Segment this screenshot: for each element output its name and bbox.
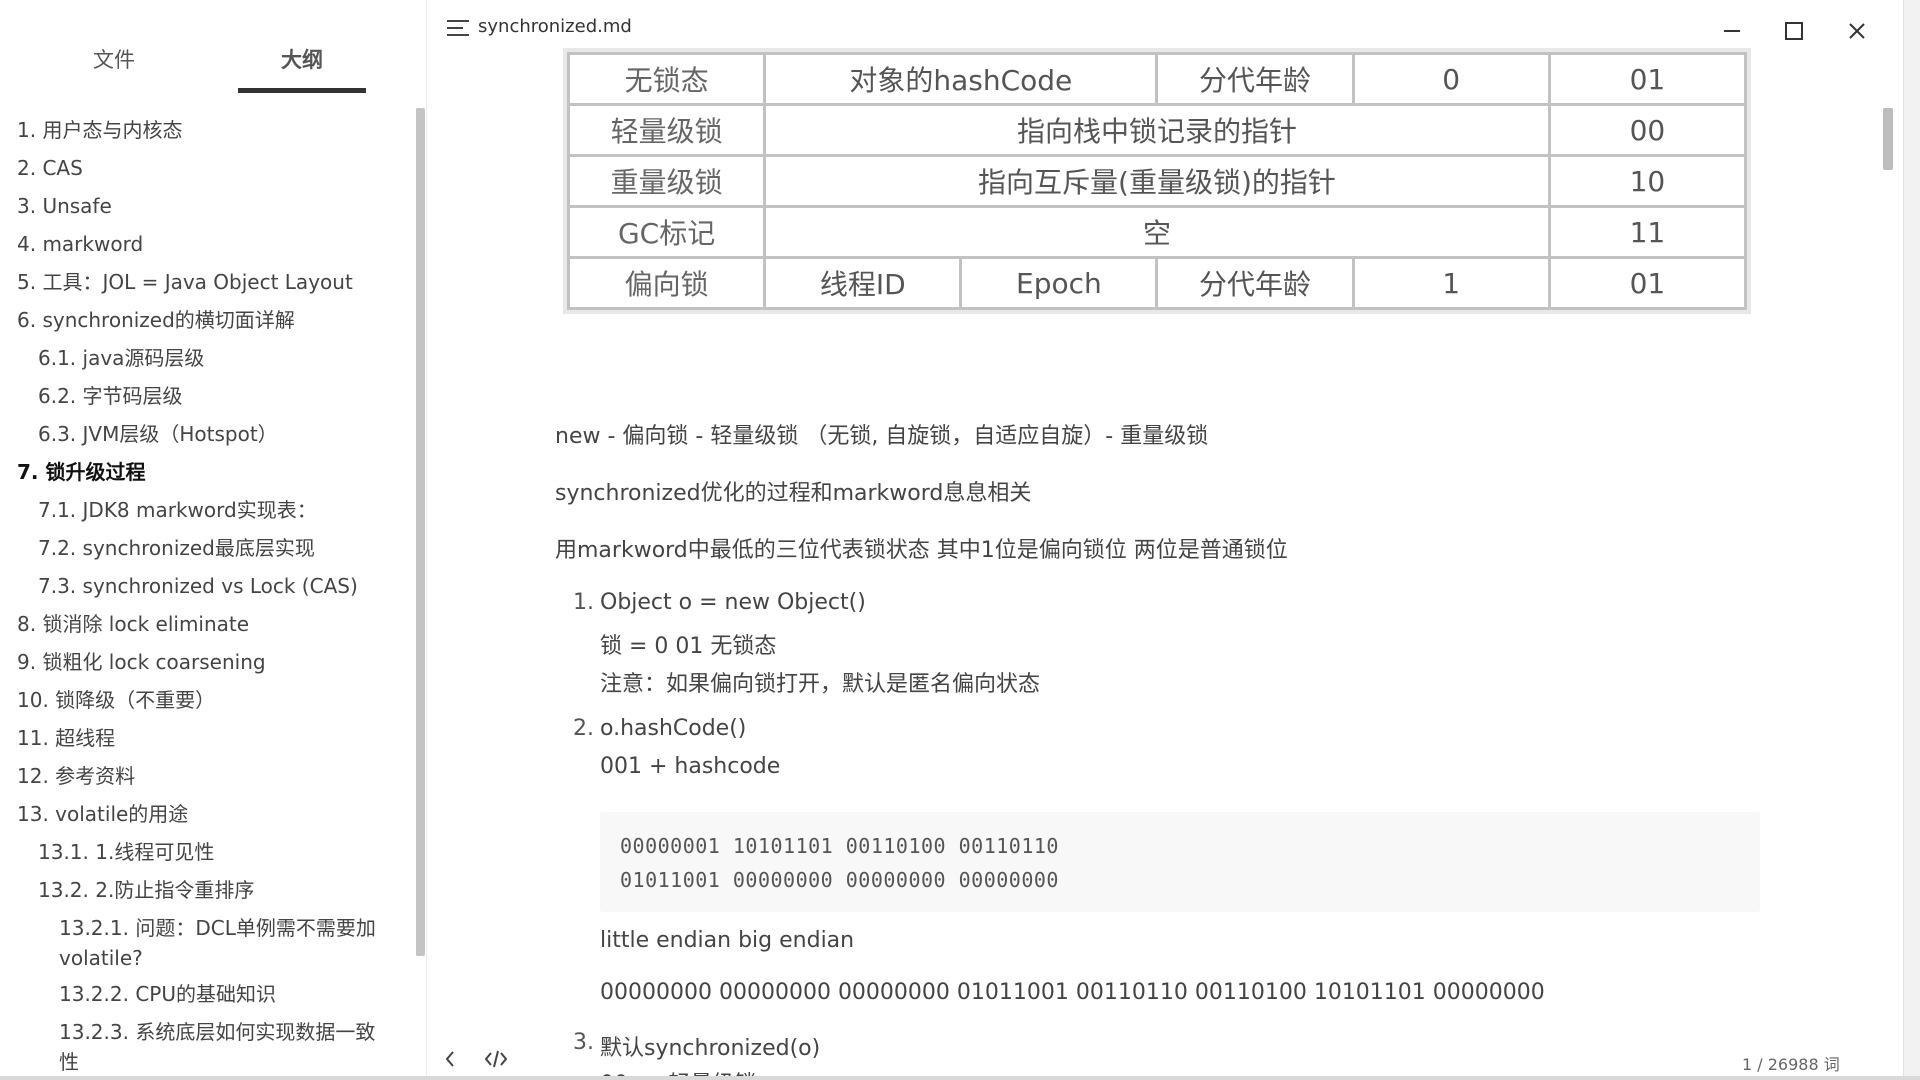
list-number: 2. xyxy=(573,716,594,741)
maximize-icon xyxy=(1785,22,1803,40)
table-cell: 无锁态 xyxy=(566,52,767,106)
table-cell: 指向互斥量(重量级锁)的指针 xyxy=(763,154,1551,208)
code-icon xyxy=(484,1050,508,1068)
close-icon xyxy=(1849,23,1865,39)
tab-files[interactable]: 文件 xyxy=(50,40,178,88)
list-item-text: 注意：如果偏向锁打开，默认是匿名偏向状态 xyxy=(600,672,1041,697)
minimize-button[interactable] xyxy=(1712,14,1752,48)
outline-item[interactable]: 7.1. JDK8 markword实现表： xyxy=(38,497,317,524)
window-edge xyxy=(1903,0,1920,1080)
list-item-text: 001 + hashcode xyxy=(600,754,781,779)
outline-item[interactable]: 6.1. java源码层级 xyxy=(38,345,204,372)
title-bar xyxy=(427,0,1920,56)
markword-table: 无锁态 对象的hashCode 分代年龄 0 01 轻量级锁 指向栈中锁记录的指… xyxy=(563,48,1751,314)
outline-item[interactable]: 13. volatile的用途 xyxy=(17,801,188,828)
table-cell: 线程ID xyxy=(763,256,963,310)
paragraph: 00000000 00000000 00000000 01011001 0011… xyxy=(600,980,1545,1005)
outline-item[interactable]: 2. CAS xyxy=(17,155,83,182)
paragraph: little endian big endian xyxy=(600,928,855,953)
outline-item[interactable]: 12. 参考资料 xyxy=(17,763,135,790)
list-item: Object o = new Object() xyxy=(600,590,866,615)
outline-item[interactable]: 13.2.1. 问题：DCL单例需不需要加volatile? xyxy=(59,913,379,973)
outline-item[interactable]: 1. 用户态与内核态 xyxy=(17,117,182,144)
outline-item[interactable]: 6.2. 字节码层级 xyxy=(38,383,183,410)
outline-item[interactable]: 13.1. 1.线程可见性 xyxy=(38,839,214,866)
table-cell: 01 xyxy=(1547,256,1748,310)
bottom-border xyxy=(0,1076,1920,1080)
table-cell: 11 xyxy=(1547,205,1748,259)
outline-item[interactable]: 7.3. synchronized vs Lock (CAS) xyxy=(38,573,358,600)
menu-icon[interactable] xyxy=(447,20,469,36)
chevron-left-icon xyxy=(445,1051,454,1067)
source-mode-button[interactable] xyxy=(484,1048,508,1075)
table-row: 重量级锁 指向互斥量(重量级锁)的指针 10 xyxy=(566,154,1748,208)
outline-item[interactable]: 8. 锁消除 lock eliminate xyxy=(17,611,249,638)
table-cell: 轻量级锁 xyxy=(566,103,767,157)
table-cell: Epoch xyxy=(959,256,1159,310)
table-cell: 空 xyxy=(763,205,1551,259)
close-button[interactable] xyxy=(1837,14,1877,48)
code-line: 01011001 00000000 00000000 00000000 xyxy=(620,868,1059,892)
table-cell: 分代年龄 xyxy=(1155,52,1355,106)
paragraph: 用markword中最低的三位代表锁状态 其中1位是偏向锁位 两位是普通锁位 xyxy=(555,538,1288,563)
table-cell: 10 xyxy=(1547,154,1748,208)
code-line: 00000001 10101101 00110100 00110110 xyxy=(620,834,1059,858)
paragraph: synchronized优化的过程和markword息息相关 xyxy=(555,481,1032,506)
content-scrollbar[interactable] xyxy=(1883,108,1893,170)
outline-item[interactable]: 13.2. 2.防止指令重排序 xyxy=(38,877,254,904)
table-row: 偏向锁 线程ID Epoch 分代年龄 1 01 xyxy=(566,256,1748,310)
tab-outline[interactable]: 大纲 xyxy=(238,40,366,93)
list-item: 默认synchronized(o) xyxy=(600,1036,821,1061)
outline-item[interactable]: 13.2.3. 系统底层如何实现数据一致性 xyxy=(59,1017,379,1077)
outline-item[interactable]: 10. 锁降级（不重要） xyxy=(17,687,215,714)
table-row: 轻量级锁 指向栈中锁记录的指针 00 xyxy=(566,103,1748,157)
outline-item[interactable]: 3. Unsafe xyxy=(17,193,112,220)
table-cell: 偏向锁 xyxy=(566,256,767,310)
outline-item[interactable]: 7.2. synchronized最底层实现 xyxy=(38,535,315,562)
document-title: synchronized.md xyxy=(478,16,632,37)
list-number: 1. xyxy=(573,590,594,615)
list-item-text: 锁 = 0 01 无锁态 xyxy=(600,634,777,659)
outline-item[interactable]: 6.3. JVM层级（Hotspot） xyxy=(38,421,278,448)
word-count[interactable]: 1 / 26988 词 xyxy=(1742,1051,1840,1075)
table-cell: 01 xyxy=(1547,52,1748,106)
table-cell: 指向栈中锁记录的指针 xyxy=(763,103,1551,157)
table-cell: 分代年龄 xyxy=(1155,256,1355,310)
table-cell: 对象的hashCode xyxy=(763,52,1159,106)
back-button[interactable] xyxy=(443,1048,457,1074)
outline-item[interactable]: 13.2.2. CPU的基础知识 xyxy=(59,981,276,1008)
outline-item[interactable]: 5. 工具：JOL = Java Object Layout xyxy=(17,269,353,296)
paragraph: new - 偏向锁 - 轻量级锁 （无锁, 自旋锁，自适应自旋）- 重量级锁 xyxy=(555,424,1209,449)
maximize-button[interactable] xyxy=(1774,14,1814,48)
table-cell: 00 xyxy=(1547,103,1748,157)
list-item: o.hashCode() xyxy=(600,716,747,741)
list-number: 3. xyxy=(573,1030,594,1055)
minimize-icon xyxy=(1724,30,1740,32)
table-row: 无锁态 对象的hashCode 分代年龄 0 01 xyxy=(566,52,1748,106)
outline-item[interactable]: 9. 锁粗化 lock coarsening xyxy=(17,649,266,676)
table-cell: 重量级锁 xyxy=(566,154,767,208)
code-block[interactable]: 00000001 10101101 00110100 00110110 0101… xyxy=(600,812,1760,912)
table-cell: 1 xyxy=(1351,256,1551,310)
outline-item[interactable]: 6. synchronized的横切面详解 xyxy=(17,307,295,334)
outline-item[interactable]: 4. markword xyxy=(17,231,143,258)
outline-item[interactable]: 11. 超线程 xyxy=(17,725,115,752)
outline-item-active[interactable]: 7. 锁升级过程 xyxy=(17,459,145,486)
table-cell: GC标记 xyxy=(566,205,767,259)
table-row: GC标记 空 11 xyxy=(566,205,1748,259)
sidebar-scrollbar[interactable] xyxy=(416,108,425,956)
sidebar: 文件 大纲 1. 用户态与内核态 2. CAS 3. Unsafe 4. mar… xyxy=(0,0,427,1080)
table-cell: 0 xyxy=(1351,52,1551,106)
sidebar-tabs: 文件 大纲 xyxy=(0,40,426,93)
